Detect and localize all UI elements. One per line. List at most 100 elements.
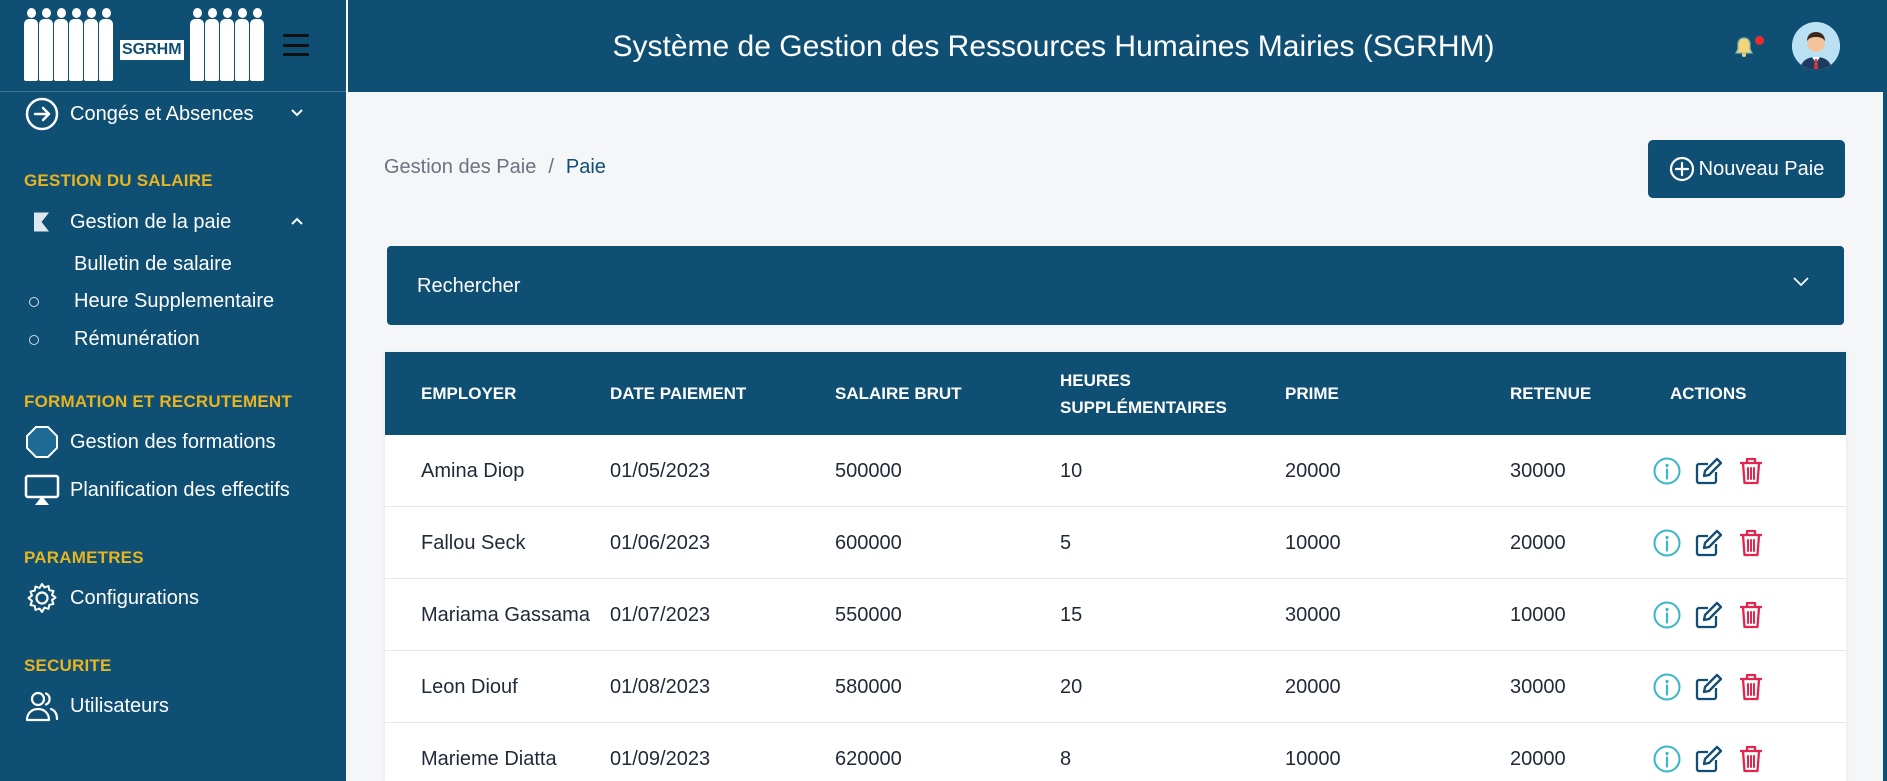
column-header-actions: ACTIONS [1670,384,1747,403]
menu-toggle-button[interactable] [283,34,309,56]
edit-icon[interactable] [1693,527,1725,559]
sidebar-subitem-bulletin[interactable]: Bulletin de salaire [74,253,232,276]
sidebar-item-label: Gestion des formations [70,430,276,453]
search-label: Rechercher [417,275,521,297]
cell-employer: Mariama Gassama [421,603,590,626]
table-row: Leon Diouf 01/08/2023 580000 20 20000 30000 [385,651,1846,723]
cell-heures: 10 [1060,459,1083,482]
column-header-retenue: RETENUE [1510,384,1592,403]
cell-salaire: 600000 [835,531,902,554]
delete-icon[interactable] [1735,671,1767,703]
delete-icon[interactable] [1735,743,1767,775]
table-row: Amina Diop 01/05/2023 500000 10 20000 30000 [385,435,1846,507]
edit-icon[interactable] [1693,455,1725,487]
row-actions [1651,507,1767,579]
table-row: Fallou Seck 01/06/2023 600000 5 10000 20000 [385,507,1846,579]
arrow-right-circle-icon [24,96,60,132]
section-title-parametres: PARAMETRES [24,548,144,567]
sidebar-item-planification[interactable]: Planification des effectifs [24,472,290,508]
edit-icon[interactable] [1693,671,1725,703]
logo-text: SGRHM [120,40,184,63]
cell-retenue: 30000 [1510,459,1566,482]
sidebar-item-utilisateurs[interactable]: Utilisateurs [24,688,169,724]
info-icon[interactable] [1651,671,1683,703]
delete-icon[interactable] [1735,455,1767,487]
cell-heures: 15 [1060,603,1083,626]
sidebar: SGRHM Congés et Absences GESTION DU SALA… [0,0,346,781]
cell-salaire: 620000 [835,747,902,770]
sidebar-item-label: Congés et Absences [70,102,254,125]
bullet-icon [29,297,39,307]
cell-prime: 20000 [1285,675,1341,698]
octagon-icon [24,424,60,460]
bell-icon[interactable] [1734,36,1754,58]
plus-circle-icon [1669,156,1694,182]
info-icon[interactable] [1651,743,1683,775]
cell-salaire: 550000 [835,603,902,626]
sidebar-item-configurations[interactable]: Configurations [24,580,199,616]
sidebar-item-label: Configurations [70,586,199,609]
notification-dot [1755,36,1764,45]
column-header-date: DATE PAIEMENT [610,384,747,403]
sidebar-item-conges[interactable]: Congés et Absences [24,96,253,132]
row-actions [1651,723,1767,781]
breadcrumb-separator: / [548,156,554,178]
cell-date: 01/07/2023 [610,603,711,626]
window-scrollbar[interactable] [1883,0,1887,781]
sidebar-item-formations[interactable]: Gestion des formations [24,424,276,460]
new-paie-label: Nouveau Paie [1698,157,1825,180]
column-header-prime: PRIME [1285,384,1339,403]
column-header-heures: HEURES SUPPLÉMENTAIRES [1060,370,1227,417]
cell-salaire: 500000 [835,459,902,482]
section-title-formation: FORMATION ET RECRUTEMENT [24,392,292,411]
edit-icon[interactable] [1693,599,1725,631]
chevron-down-icon[interactable] [290,108,304,118]
table-body: Amina Diop 01/05/2023 500000 10 20000 30000 Fa… [385,435,1846,781]
user-avatar[interactable] [1792,22,1840,70]
sidebar-item-label: Utilisateurs [70,694,169,717]
cell-prime: 20000 [1285,459,1341,482]
cell-date: 01/08/2023 [610,675,711,698]
header-bar: Système de Gestion des Ressources Humain… [346,0,1887,92]
cell-retenue: 10000 [1510,603,1566,626]
cell-heures: 20 [1060,675,1083,698]
cell-retenue: 20000 [1510,531,1566,554]
info-icon[interactable] [1651,455,1683,487]
cell-retenue: 20000 [1510,747,1566,770]
row-actions [1651,435,1767,507]
table-row: Marieme Diatta 01/09/2023 620000 8 10000 2000… [385,723,1846,781]
cell-retenue: 30000 [1510,675,1566,698]
table-row: Mariama Gassama 01/07/2023 550000 15 30000 10… [385,579,1846,651]
sidebar-subitem-heure-supp[interactable]: Heure Supplementaire [74,290,274,313]
screen-share-icon [24,472,60,508]
sidebar-item-label: Planification des effectifs [70,478,290,501]
info-icon[interactable] [1651,599,1683,631]
info-icon[interactable] [1651,527,1683,559]
users-icon [24,688,60,724]
cell-heures: 5 [1060,531,1072,554]
delete-icon[interactable] [1735,527,1767,559]
row-actions [1651,579,1767,651]
app-title: Système de Gestion des Ressources Humain… [612,30,1495,63]
cell-employer: Leon Diouf [421,675,518,698]
sidebar-item-paie[interactable]: Gestion de la paie [24,204,231,240]
bullet-icon [29,335,39,345]
sidebar-item-label: Gestion de la paie [70,210,232,233]
breadcrumb-current: Paie [565,156,606,178]
cell-prime: 30000 [1285,603,1341,626]
gear-icon [24,580,60,616]
breadcrumb: Gestion des Paie / Paie [384,156,606,179]
chevron-up-icon[interactable] [290,216,304,226]
cell-employer: Amina Diop [421,459,525,482]
cell-salaire: 580000 [835,675,902,698]
new-paie-button[interactable]: Nouveau Paie [1648,140,1845,198]
breadcrumb-parent[interactable]: Gestion des Paie [384,156,536,178]
sidebar-subitem-remuneration[interactable]: Rémunération [74,328,200,351]
cell-date: 01/06/2023 [610,531,711,554]
cell-employer: Fallou Seck [421,531,526,554]
delete-icon[interactable] [1735,599,1767,631]
sigma-icon [24,204,60,240]
search-accordion[interactable]: Rechercher [387,246,1844,325]
edit-icon[interactable] [1693,743,1725,775]
row-actions [1651,651,1767,723]
